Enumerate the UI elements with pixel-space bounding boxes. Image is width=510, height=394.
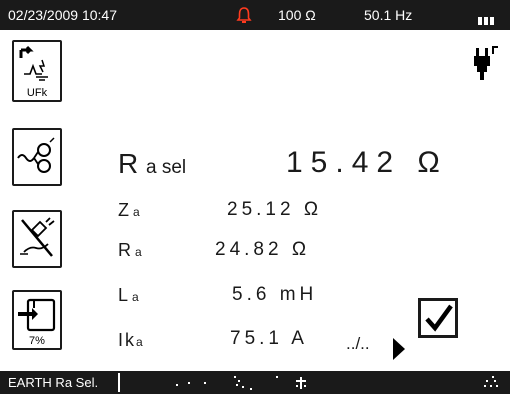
- ra-value: 24.82 Ω: [215, 239, 311, 260]
- status-bar: 02/23/2009 10:47 100 Ω 50.1 Hz: [0, 0, 510, 30]
- loop-measurement-icon: [17, 137, 55, 173]
- noise-indicator-icon: [176, 376, 498, 390]
- instrument-screen: 02/23/2009 10:47 100 Ω 50.1 Hz UFk 7% R …: [0, 0, 510, 394]
- ra-label: Ra: [118, 240, 142, 260]
- main-result-value: 15.42 Ω: [286, 146, 448, 179]
- ra-select-function-button[interactable]: [12, 128, 62, 186]
- la-value: 5.6 mH: [232, 284, 318, 305]
- page-indicator: ../..: [346, 334, 370, 353]
- confirm-checkbox[interactable]: [418, 298, 458, 338]
- next-page-arrow-icon[interactable]: [392, 337, 406, 361]
- bottom-status-bar: EARTH Ra Sel.: [0, 371, 510, 394]
- ika-label: Ika: [118, 330, 143, 350]
- plug-icon: [474, 46, 498, 80]
- alarm-bell-icon: [236, 7, 252, 23]
- za-value: 25.12 Ω: [227, 199, 323, 220]
- datetime-display: 02/23/2009 10:47: [8, 7, 117, 23]
- main-result-label: R a sel: [118, 148, 187, 179]
- ufk-button-label: UFk: [26, 87, 48, 99]
- la-label: La: [118, 285, 139, 305]
- za-label: Za: [118, 200, 140, 220]
- touch-voltage-icon: [19, 45, 48, 81]
- test-lead-icon: [20, 217, 55, 257]
- frequency-display: 50.1 Hz: [364, 7, 413, 23]
- ika-value: 75.1 A: [230, 328, 308, 349]
- checkmark-icon: [425, 304, 453, 332]
- ufk-function-button[interactable]: UFk: [12, 40, 62, 102]
- battery-icon: [478, 12, 500, 25]
- save-memory-button[interactable]: 7%: [12, 290, 62, 350]
- save-to-memory-icon: [18, 298, 56, 332]
- resistance-display: 100 Ω: [278, 7, 316, 23]
- lead-compensation-button[interactable]: [12, 210, 62, 268]
- memory-usage-label: 7%: [29, 335, 45, 347]
- function-title: EARTH Ra Sel.: [8, 375, 99, 390]
